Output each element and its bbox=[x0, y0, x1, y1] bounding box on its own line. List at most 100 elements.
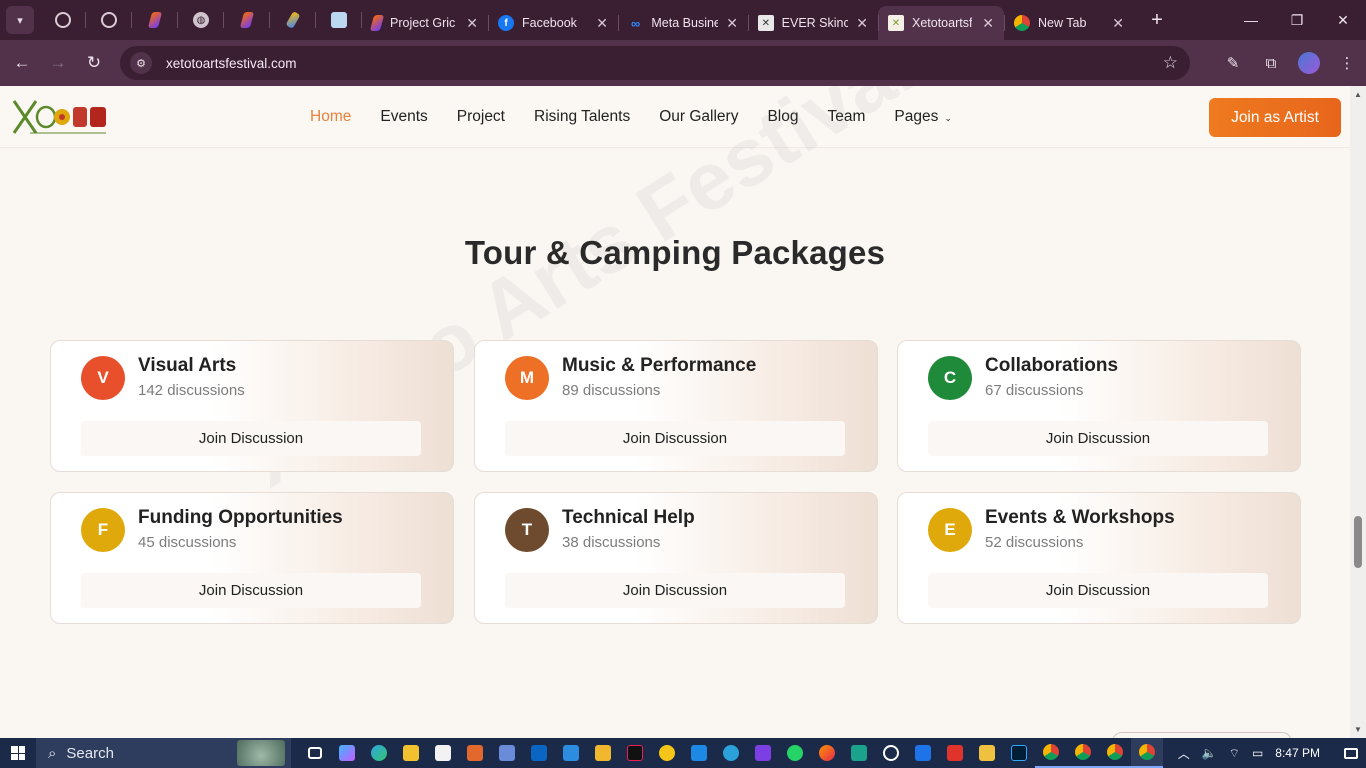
nav-events[interactable]: Events bbox=[380, 108, 427, 126]
back-arrow-icon[interactable]: ← bbox=[4, 45, 40, 81]
reload-icon[interactable]: ↻ bbox=[76, 45, 112, 81]
nav-blog[interactable]: Blog bbox=[767, 108, 798, 126]
close-window-icon[interactable]: ✕ bbox=[1320, 0, 1366, 40]
section-title: Tour & Camping Packages bbox=[464, 234, 886, 271]
tab-meta-business[interactable]: ∞ Meta Busine ✕ bbox=[618, 6, 748, 40]
site-info-icon[interactable]: ⚙ bbox=[130, 52, 152, 74]
extensions-puzzle-icon[interactable]: ⧉ bbox=[1252, 46, 1290, 80]
minimize-icon[interactable]: — bbox=[1228, 0, 1274, 40]
chrome-taskbar-icon[interactable] bbox=[1035, 738, 1067, 768]
close-icon[interactable]: ✕ bbox=[466, 15, 478, 32]
photoshop-icon[interactable] bbox=[1003, 738, 1035, 768]
tab-project-grid[interactable]: Project Gric ✕ bbox=[362, 6, 488, 40]
whatsapp-icon[interactable] bbox=[779, 738, 811, 768]
tab-facebook[interactable]: f Facebook ✕ bbox=[488, 6, 618, 40]
blue-lines-icon[interactable] bbox=[907, 738, 939, 768]
join-discussion-button[interactable]: Join Discussion bbox=[81, 573, 421, 608]
xampp-icon[interactable] bbox=[587, 738, 619, 768]
url-text[interactable]: xetotoartsfestival.com bbox=[166, 56, 297, 71]
nav-pages-dropdown[interactable]: Pages ⌄ bbox=[894, 108, 952, 126]
category-avatar: C bbox=[928, 356, 972, 400]
join-discussion-button[interactable]: Join Discussion bbox=[505, 573, 845, 608]
join-discussion-button[interactable]: Join Discussion bbox=[928, 421, 1268, 456]
x-box-icon: ✕ bbox=[758, 15, 774, 31]
slash-logo-icon bbox=[369, 15, 385, 31]
close-icon[interactable]: ✕ bbox=[982, 15, 994, 32]
page-scrollbar[interactable]: ▲ ▼ bbox=[1350, 86, 1366, 738]
telegram-icon[interactable] bbox=[715, 738, 747, 768]
close-icon[interactable]: ✕ bbox=[726, 15, 738, 32]
vscode-icon[interactable] bbox=[683, 738, 715, 768]
join-discussion-button[interactable]: Join Discussion bbox=[505, 421, 845, 456]
image-app-icon[interactable] bbox=[971, 738, 1003, 768]
pinned-tab[interactable]: ◍ bbox=[178, 0, 224, 40]
battery-icon[interactable]: ▭ bbox=[1252, 746, 1263, 760]
address-bar[interactable]: ⚙ xetotoartsfestival.com ☆ bbox=[120, 46, 1190, 80]
scrollbar-thumb[interactable] bbox=[1354, 516, 1362, 568]
linkedin-icon[interactable] bbox=[523, 738, 555, 768]
join-as-artist-button[interactable]: Join as Artist bbox=[1209, 98, 1341, 137]
task-view-icon[interactable] bbox=[299, 738, 331, 768]
close-icon[interactable]: ✕ bbox=[1112, 15, 1124, 32]
xetoto-logo[interactable] bbox=[10, 95, 110, 139]
close-icon[interactable]: ✕ bbox=[596, 15, 608, 32]
pinned-tab[interactable] bbox=[316, 0, 362, 40]
nav-project[interactable]: Project bbox=[457, 108, 505, 126]
close-icon[interactable]: ✕ bbox=[856, 15, 868, 32]
nav-team[interactable]: Team bbox=[828, 108, 866, 126]
purple-app-icon[interactable] bbox=[747, 738, 779, 768]
chrome-taskbar-icon[interactable] bbox=[1099, 738, 1131, 768]
category-count: 52 discussions bbox=[985, 534, 1084, 551]
tab-ever-skincare[interactable]: ✕ EVER Skinc ✕ bbox=[748, 6, 878, 40]
start-button[interactable] bbox=[0, 738, 36, 768]
meta-icon: ∞ bbox=[631, 15, 641, 31]
wifi-icon[interactable]: ⌔ bbox=[1229, 746, 1240, 761]
chrome-taskbar-icon[interactable] bbox=[1067, 738, 1099, 768]
keyboard-icon[interactable] bbox=[491, 738, 523, 768]
shield-app-icon[interactable] bbox=[555, 738, 587, 768]
teal-app-icon[interactable] bbox=[843, 738, 875, 768]
category-card: C Collaborations 67 discussions Join Dis… bbox=[897, 340, 1301, 472]
copilot-icon[interactable] bbox=[331, 738, 363, 768]
pinned-tab[interactable] bbox=[270, 0, 316, 40]
new-tab-button[interactable]: + bbox=[1142, 5, 1172, 35]
nav-our-gallery[interactable]: Our Gallery bbox=[659, 108, 738, 126]
pinned-tab[interactable] bbox=[132, 0, 178, 40]
yellow-app-icon[interactable] bbox=[651, 738, 683, 768]
volume-icon[interactable]: 🔈 bbox=[1202, 746, 1217, 760]
scroll-up-arrow-icon[interactable]: ▲ bbox=[1354, 90, 1362, 99]
tiktok-icon[interactable] bbox=[619, 738, 651, 768]
chatgpt-taskbar-icon[interactable] bbox=[875, 738, 907, 768]
tab-xetoto-active[interactable]: ✕ Xetotoartsf ✕ bbox=[878, 6, 1004, 40]
tab-new-tab[interactable]: New Tab ✕ bbox=[1004, 6, 1134, 40]
nav-rising-talents[interactable]: Rising Talents bbox=[534, 108, 630, 126]
pinned-tab[interactable] bbox=[40, 0, 86, 40]
store-icon[interactable] bbox=[427, 738, 459, 768]
restore-icon[interactable]: ❐ bbox=[1274, 0, 1320, 40]
firefox-icon[interactable] bbox=[811, 738, 843, 768]
bookmark-star-icon[interactable]: ☆ bbox=[1163, 53, 1178, 73]
pinned-tab[interactable] bbox=[224, 0, 270, 40]
pinned-tab[interactable] bbox=[86, 0, 132, 40]
tab-search-button[interactable]: ▾ bbox=[6, 6, 34, 34]
scroll-down-arrow-icon[interactable]: ▼ bbox=[1354, 725, 1362, 734]
red-app-icon[interactable] bbox=[939, 738, 971, 768]
menu-kebab-icon[interactable]: ⋮ bbox=[1328, 46, 1366, 80]
category-avatar: F bbox=[81, 508, 125, 552]
notification-icon[interactable] bbox=[1336, 738, 1366, 768]
facebook-icon: f bbox=[498, 15, 514, 31]
edge-icon[interactable] bbox=[363, 738, 395, 768]
join-discussion-button[interactable]: Join Discussion bbox=[928, 573, 1268, 608]
forward-arrow-icon[interactable]: → bbox=[40, 45, 76, 81]
join-discussion-button[interactable]: Join Discussion bbox=[81, 421, 421, 456]
file-explorer-icon[interactable] bbox=[395, 738, 427, 768]
profile-avatar[interactable] bbox=[1298, 52, 1320, 74]
app-orange-icon[interactable] bbox=[459, 738, 491, 768]
pen-extension-icon[interactable]: ✎ bbox=[1214, 46, 1252, 80]
chevron-up-icon[interactable]: ︿ bbox=[1178, 745, 1190, 762]
clock[interactable]: 8:47 PM bbox=[1275, 746, 1320, 760]
category-avatar: E bbox=[928, 508, 972, 552]
chrome-taskbar-icon[interactable] bbox=[1131, 738, 1163, 768]
nav-home[interactable]: Home bbox=[310, 108, 351, 126]
taskbar-search-box[interactable]: ⌕ Search bbox=[36, 738, 291, 768]
